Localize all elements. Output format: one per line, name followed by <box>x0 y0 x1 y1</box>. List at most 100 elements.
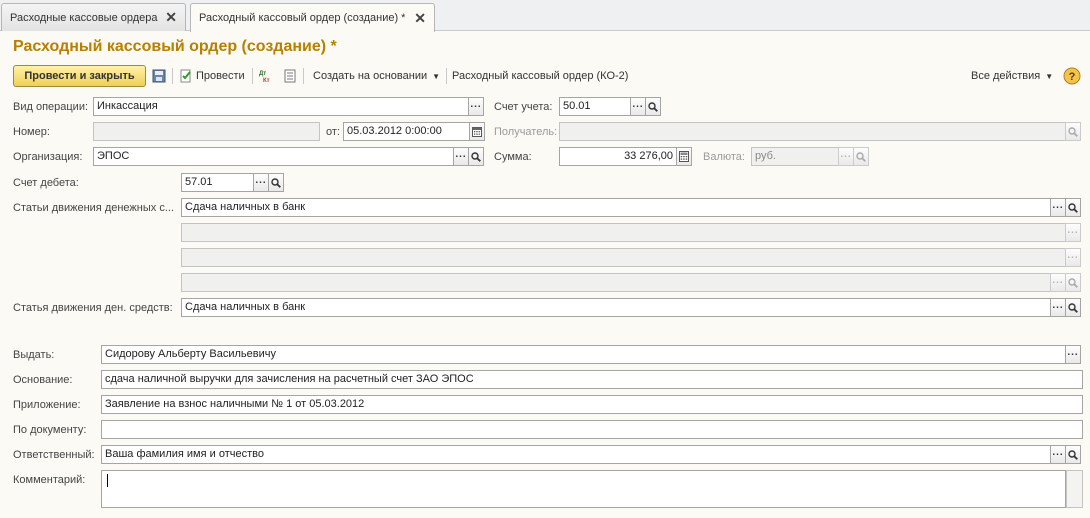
debit-account-field[interactable]: 57.01 <box>181 173 254 192</box>
operation-type-label: Вид операции: <box>13 101 89 113</box>
tab-cash-orders-list[interactable]: Расходные кассовые ордера ✕ <box>1 3 186 31</box>
chevron-down-icon: ▼ <box>432 71 441 81</box>
cash-flow-article-field[interactable]: Сдача наличных в банк <box>181 298 1051 317</box>
close-icon[interactable]: ✕ <box>165 9 177 26</box>
ellipsis-icon: ... <box>1052 300 1064 311</box>
cash-flow-item-row-1[interactable]: Сдача наличных в банк <box>181 198 1051 217</box>
by-document-field[interactable] <box>101 420 1083 439</box>
ellipsis-icon: ... <box>1052 200 1064 211</box>
ellipsis-icon: ... <box>1052 447 1064 458</box>
search-icon <box>856 151 866 162</box>
organization-label: Организация: <box>13 151 83 163</box>
issue-to-field[interactable]: Сидорову Альберту Васильевичу <box>101 345 1066 364</box>
cash-flow-item-1-open-button[interactable] <box>1065 198 1081 217</box>
calendar-button[interactable] <box>469 122 485 141</box>
responsible-field[interactable]: Ваша фамилия имя и отчество <box>101 445 1051 464</box>
recipient-label: Получатель: <box>494 126 558 138</box>
recipient-field[interactable] <box>559 122 1066 141</box>
currency-open-button[interactable] <box>853 147 869 166</box>
tab-label: Расходные кассовые ордера <box>10 11 158 24</box>
post-button-label: Провести <box>196 70 245 82</box>
cash-flow-item-1-select-button[interactable]: ... <box>1050 198 1066 217</box>
attachment-field[interactable]: Заявление на взнос наличными № 1 от 05.0… <box>101 395 1083 414</box>
comment-scrollbar[interactable] <box>1066 470 1083 508</box>
dt-kt-icon: ДтКт <box>259 71 270 83</box>
operation-type-field[interactable]: Инкассация <box>93 97 469 116</box>
close-icon[interactable]: ✕ <box>414 10 426 27</box>
dt-kt-button[interactable]: Дт Кт <box>259 65 273 87</box>
post-button[interactable]: Провести <box>179 65 245 87</box>
amount-field[interactable]: 33 276,00 <box>559 147 677 166</box>
attachment-label: Приложение: <box>13 399 81 411</box>
cash-flow-item-row-3[interactable] <box>181 248 1066 267</box>
search-icon <box>271 177 281 188</box>
search-icon <box>1068 277 1078 288</box>
amount-label: Сумма: <box>494 151 532 163</box>
cash-flow-item-4-open-button[interactable] <box>1065 273 1081 292</box>
ellipsis-icon: ... <box>455 149 467 160</box>
report-icon <box>284 69 296 83</box>
create-based-on-menu[interactable]: Создать на основании ▼ <box>313 65 440 87</box>
recipient-open-button[interactable] <box>1065 122 1081 141</box>
account-open-button[interactable] <box>645 97 661 116</box>
account-field[interactable]: 50.01 <box>559 97 631 116</box>
all-actions-menu[interactable]: Все действия ▼ <box>971 65 1053 87</box>
svg-text:?: ? <box>1069 71 1076 83</box>
cash-flow-article-select-button[interactable]: ... <box>1050 298 1066 317</box>
tab-label: Расходный кассовый ордер (создание) * <box>199 12 406 24</box>
post-icon <box>180 69 191 83</box>
comment-textarea[interactable] <box>101 470 1066 508</box>
cash-flow-article-open-button[interactable] <box>1065 298 1081 317</box>
print-ko2-button[interactable]: Расходный кассовый ордер (КО-2) <box>452 65 628 87</box>
cash-flow-item-row-2[interactable] <box>181 223 1066 242</box>
calculator-button[interactable] <box>676 147 692 166</box>
search-icon <box>1068 449 1078 460</box>
ellipsis-icon: ... <box>1052 275 1064 286</box>
responsible-label: Ответственный: <box>13 449 95 461</box>
operation-type-select-button[interactable]: ... <box>468 97 484 116</box>
report-button[interactable] <box>283 65 297 87</box>
svg-text:Дт: Дт <box>259 71 266 77</box>
post-and-close-button[interactable]: Провести и закрыть <box>13 65 146 87</box>
help-button[interactable]: ? <box>1063 65 1081 87</box>
calendar-icon <box>472 126 482 137</box>
cash-flow-article-label: Статья движения ден. средств: <box>13 302 173 314</box>
search-icon <box>648 101 658 112</box>
ellipsis-icon: ... <box>255 175 267 186</box>
cash-flow-item-4-select-button[interactable]: ... <box>1050 273 1066 292</box>
ellipsis-icon: ... <box>1067 347 1079 358</box>
issue-to-select-button[interactable]: ... <box>1065 345 1081 364</box>
save-button[interactable] <box>152 65 166 87</box>
cash-flow-item-3-select-button[interactable]: ... <box>1065 248 1081 267</box>
ellipsis-icon: ... <box>1067 225 1079 236</box>
chevron-down-icon: ▼ <box>1045 71 1054 81</box>
cash-flow-item-2-select-button[interactable]: ... <box>1065 223 1081 242</box>
cash-flow-item-row-4[interactable] <box>181 273 1051 292</box>
currency-field[interactable]: руб. <box>751 147 839 166</box>
svg-text:Кт: Кт <box>263 78 270 83</box>
search-icon <box>1068 126 1078 137</box>
date-field[interactable]: 05.03.2012 0:00:00 <box>343 122 470 141</box>
debit-account-select-button[interactable]: ... <box>253 173 269 192</box>
date-label: от: <box>326 126 340 138</box>
number-field[interactable] <box>93 122 320 141</box>
help-icon: ? <box>1063 67 1081 85</box>
toolbar: Провести и закрыть Провести Дт Кт Создать… <box>0 62 1090 90</box>
organization-field[interactable]: ЭПОС <box>93 147 454 166</box>
responsible-select-button[interactable]: ... <box>1050 445 1066 464</box>
basis-field[interactable]: сдача наличной выручки для зачисления на… <box>101 370 1083 389</box>
create-based-on-label: Создать на основании <box>313 70 428 82</box>
tab-cash-order-create[interactable]: Расходный кассовый ордер (создание) * ✕ <box>190 3 435 32</box>
currency-select-button[interactable]: ... <box>838 147 854 166</box>
cash-flow-items-label: Статьи движения денежных с... <box>13 202 174 214</box>
organization-open-button[interactable] <box>468 147 484 166</box>
account-select-button[interactable]: ... <box>630 97 646 116</box>
basis-label: Основание: <box>13 374 73 386</box>
comment-label: Комментарий: <box>13 474 86 486</box>
organization-select-button[interactable]: ... <box>453 147 469 166</box>
ellipsis-icon: ... <box>840 149 852 160</box>
responsible-open-button[interactable] <box>1065 445 1081 464</box>
debit-account-open-button[interactable] <box>268 173 284 192</box>
currency-label: Валюта: <box>703 151 745 163</box>
all-actions-label: Все действия <box>971 70 1041 82</box>
